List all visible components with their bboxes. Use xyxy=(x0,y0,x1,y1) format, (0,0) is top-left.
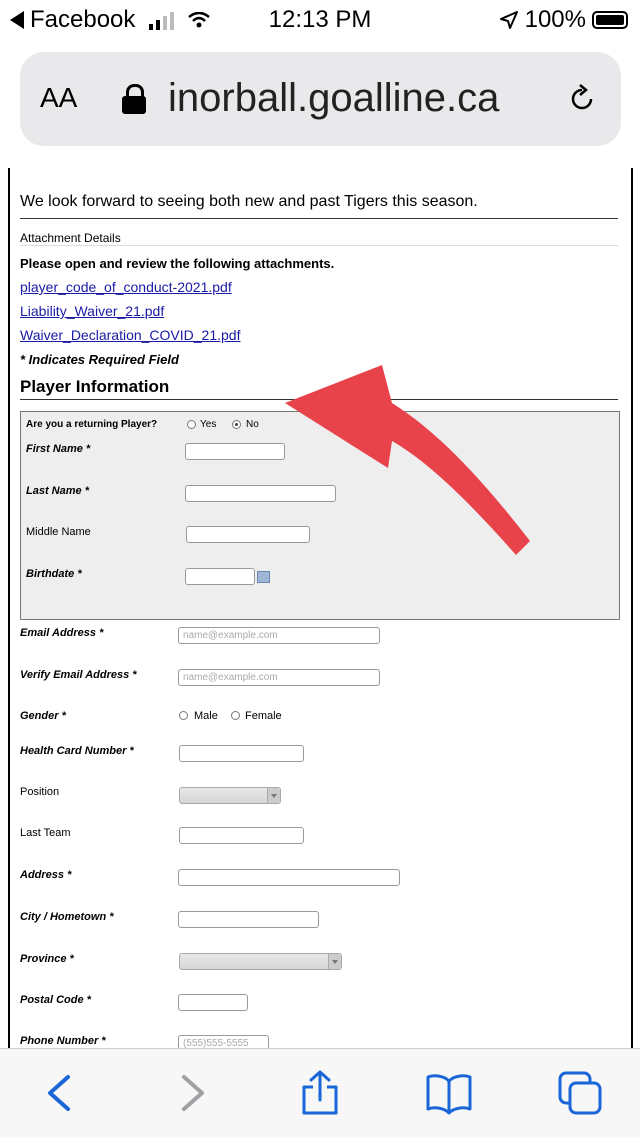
address-bar[interactable]: AA inorball.goalline.ca xyxy=(20,52,621,146)
location-arrow-icon xyxy=(499,11,518,29)
attachment-link[interactable]: Liability_Waiver_21.pdf xyxy=(20,303,164,319)
attachment-instruction: Please open and review the following att… xyxy=(20,256,335,271)
returning-yes-label: Yes xyxy=(200,419,217,430)
section-title: Player Information xyxy=(20,377,170,396)
province-select[interactable] xyxy=(179,953,342,970)
browser-toolbar xyxy=(0,1048,640,1137)
position-label: Position xyxy=(20,786,60,798)
postal-code-input[interactable] xyxy=(178,994,248,1011)
share-icon[interactable] xyxy=(296,1069,344,1117)
page-border-left xyxy=(8,168,10,1048)
address-input[interactable] xyxy=(178,869,400,886)
gender-male-label: Male xyxy=(194,710,218,722)
postal-code-label: Postal Code * xyxy=(20,994,91,1006)
reload-icon[interactable] xyxy=(567,84,597,114)
verify-email-label: Verify Email Address * xyxy=(20,669,137,681)
gender-female-label: Female xyxy=(245,710,282,722)
attachment-heading: Attachment Details xyxy=(20,231,121,245)
city-input[interactable] xyxy=(178,911,319,928)
last-name-label: Last Name * xyxy=(26,485,89,497)
attachment-link[interactable]: player_code_of_conduct-2021.pdf xyxy=(20,279,232,295)
status-bar: Facebook 12:13 PM 100% xyxy=(0,0,640,42)
middle-name-label: Middle Name xyxy=(26,526,91,538)
calendar-icon[interactable] xyxy=(257,571,270,583)
health-card-input[interactable] xyxy=(179,745,304,762)
tabs-icon[interactable] xyxy=(556,1069,604,1117)
text-size-button[interactable]: AA xyxy=(40,82,77,114)
returning-question: Are you a returning Player? xyxy=(26,419,158,430)
last-team-label: Last Team xyxy=(20,827,71,839)
phone-input[interactable]: (555)555-5555 xyxy=(178,1035,269,1048)
birthdate-input[interactable] xyxy=(185,568,255,585)
first-name-label: First Name * xyxy=(26,443,91,455)
phone-label: Phone Number * xyxy=(20,1035,106,1047)
red-arrow-annotation xyxy=(285,365,530,555)
health-card-label: Health Card Number * xyxy=(20,745,134,757)
email-input[interactable]: name@example.com xyxy=(178,627,380,644)
gender-label: Gender * xyxy=(20,710,66,722)
attachment-link[interactable]: Waiver_Declaration_COVID_21.pdf xyxy=(20,327,240,343)
returning-no-radio[interactable] xyxy=(232,420,241,429)
chevron-down-icon xyxy=(328,954,341,969)
gender-male-radio[interactable] xyxy=(179,711,188,720)
battery-icon xyxy=(592,11,628,29)
province-label: Province * xyxy=(20,953,74,965)
returning-yes-radio[interactable] xyxy=(187,420,196,429)
verify-email-input[interactable]: name@example.com xyxy=(178,669,380,686)
position-select[interactable] xyxy=(179,787,281,804)
address-label: Address * xyxy=(20,869,72,881)
back-arrow-icon[interactable] xyxy=(36,1069,84,1117)
last-team-input[interactable] xyxy=(179,827,304,844)
city-label: City / Hometown * xyxy=(20,911,114,923)
bookmarks-icon[interactable] xyxy=(425,1069,473,1117)
battery-percent: 100% xyxy=(524,6,586,33)
returning-no-label: No xyxy=(246,419,259,430)
page-border-right xyxy=(631,168,633,1048)
email-label: Email Address * xyxy=(20,627,104,639)
lock-icon xyxy=(122,84,146,114)
divider xyxy=(20,245,618,246)
first-name-input[interactable] xyxy=(185,443,285,460)
web-page: We look forward to seeing both new and p… xyxy=(0,168,640,1048)
forward-arrow-icon[interactable] xyxy=(168,1069,216,1117)
gender-female-radio[interactable] xyxy=(231,711,240,720)
birthdate-label: Birthdate * xyxy=(26,568,82,580)
url-text[interactable]: inorball.goalline.ca xyxy=(168,76,499,121)
intro-text: We look forward to seeing both new and p… xyxy=(20,193,478,210)
chevron-down-icon xyxy=(267,788,280,803)
divider xyxy=(20,218,618,219)
required-note: * Indicates Required Field xyxy=(20,352,179,367)
